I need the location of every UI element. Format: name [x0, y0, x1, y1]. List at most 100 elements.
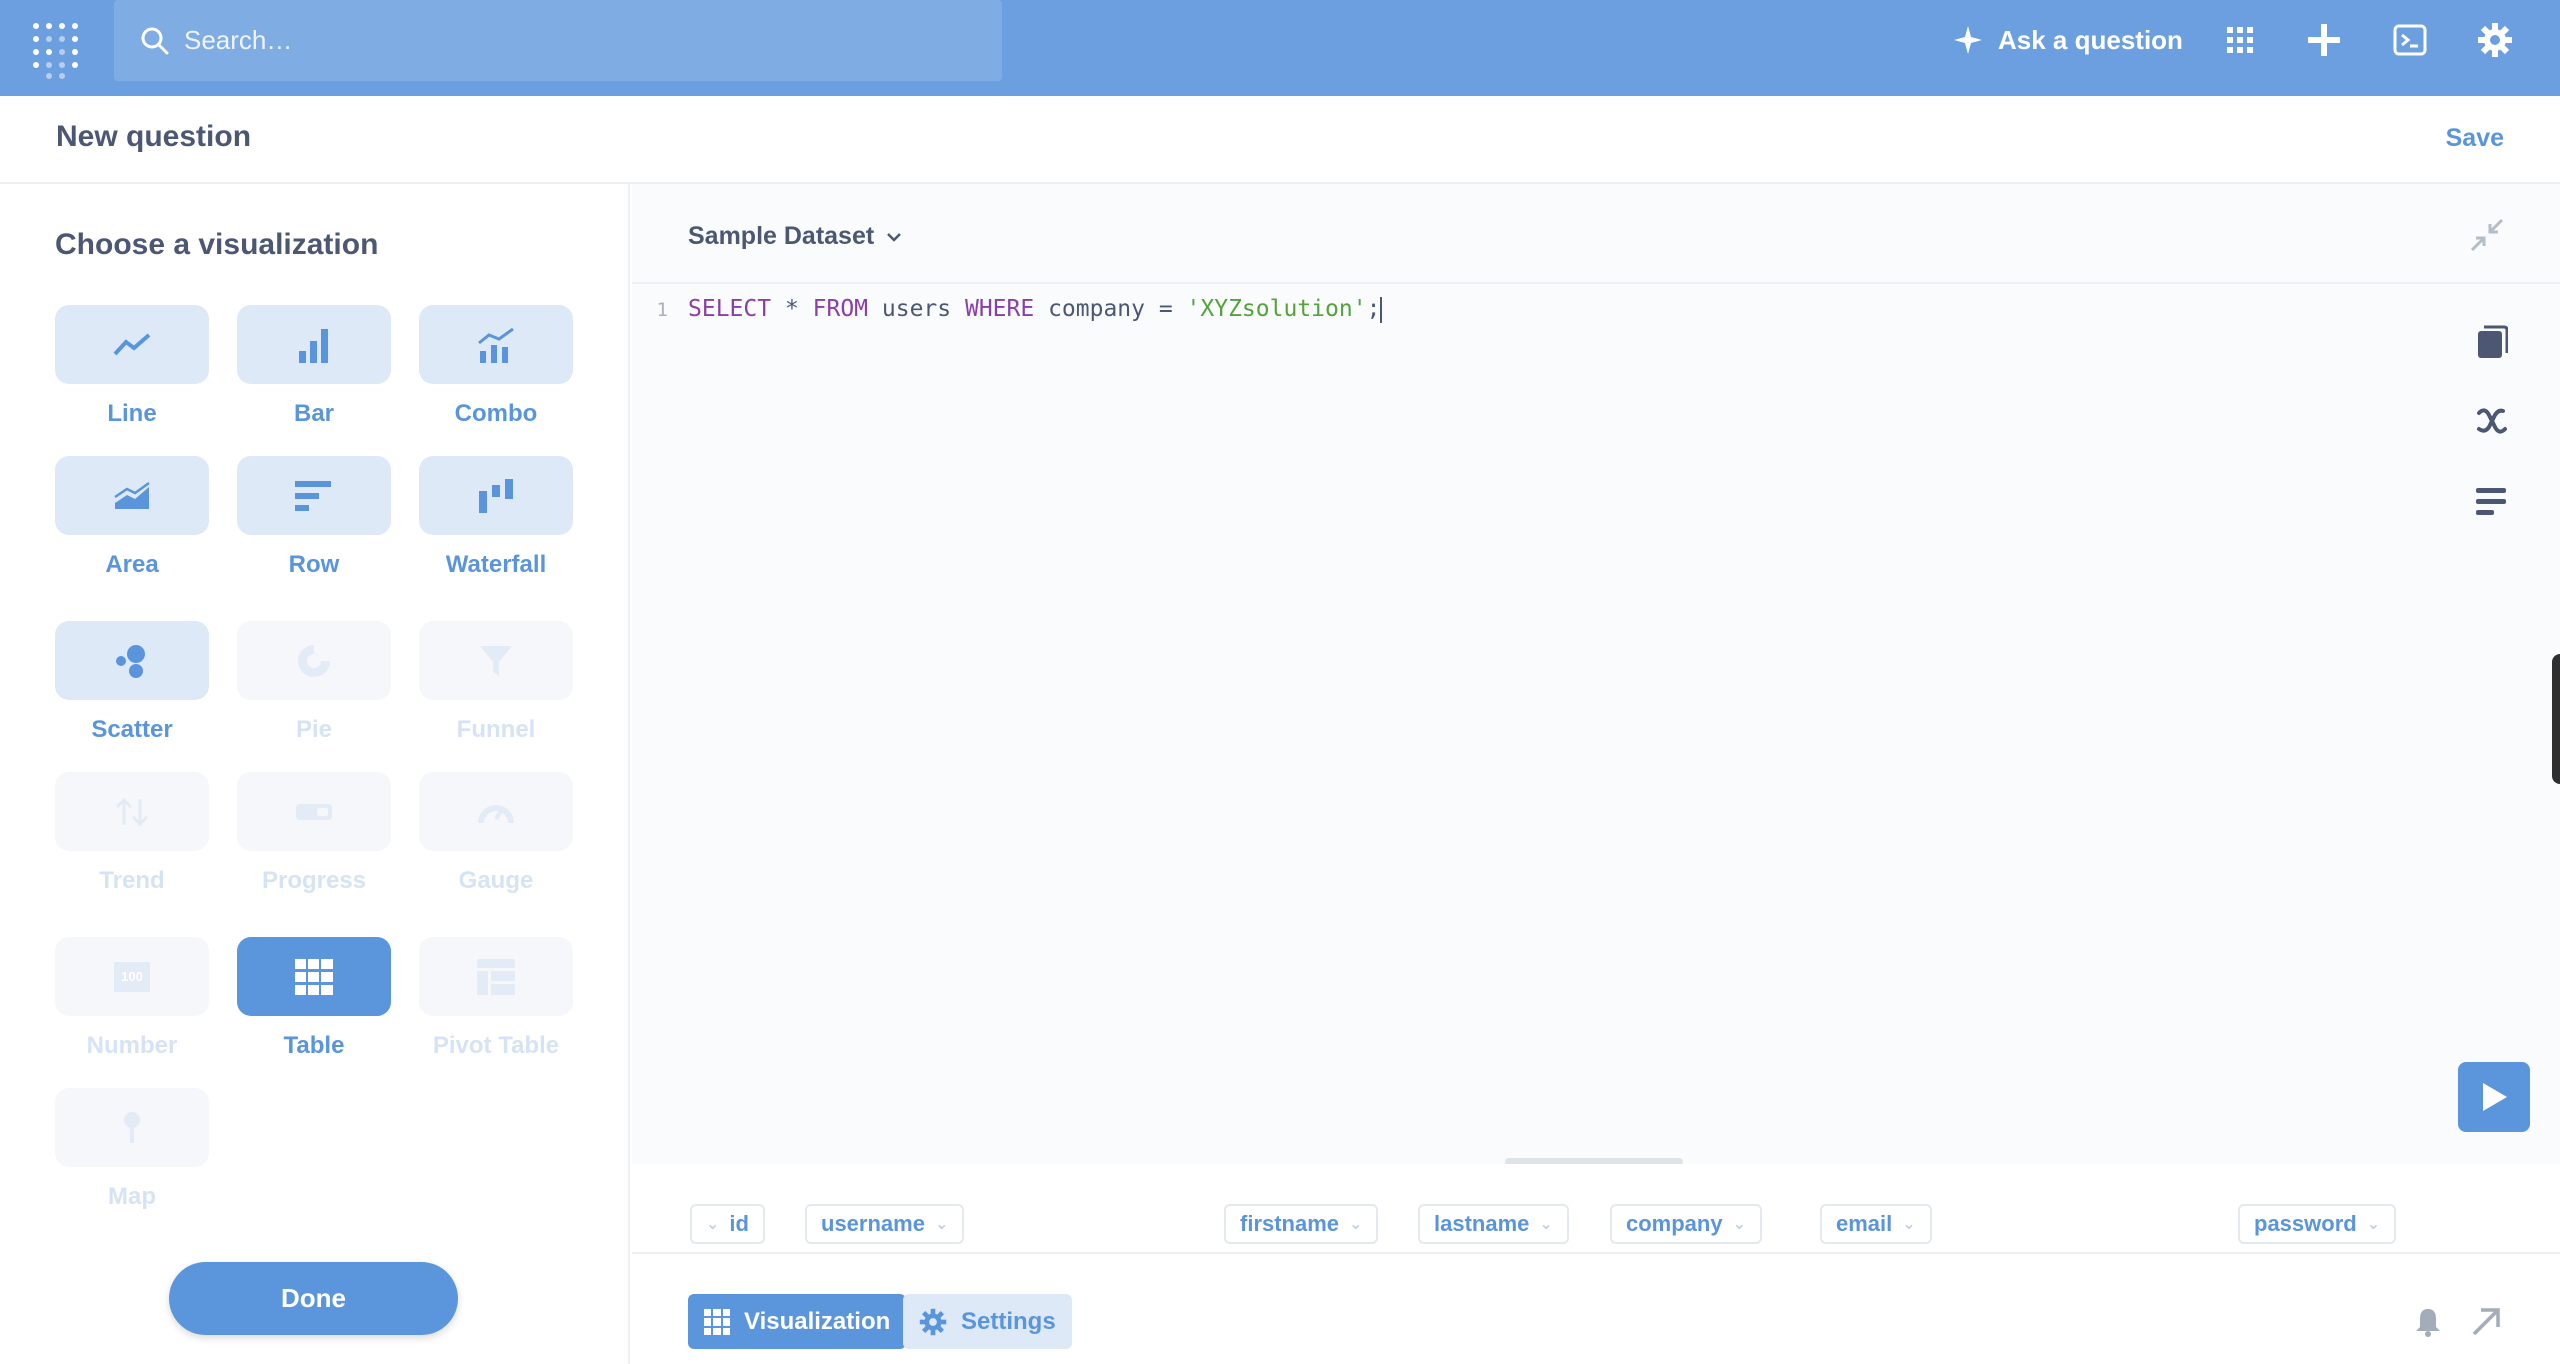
viz-option-pie[interactable]: Pie [237, 621, 391, 744]
viz-option-table[interactable]: Table [237, 937, 391, 1060]
column-header-username[interactable]: username ⌄ [805, 1204, 965, 1244]
viz-label: Pie [295, 716, 333, 743]
variables-icon[interactable] [2470, 398, 2514, 442]
question-footer: Visualization Settings [632, 1278, 2560, 1364]
funnel-icon [480, 645, 512, 676]
sql-code-area[interactable]: 1 SELECT * FROM users WHERE company = 'X… [632, 296, 1383, 323]
gear-icon[interactable] [2473, 18, 2517, 62]
viz-option-gauge[interactable]: Gauge [419, 772, 573, 895]
run-query-button[interactable] [2458, 1062, 2530, 1132]
viz-option-row[interactable]: Row [237, 456, 391, 579]
sidebar-heading: Choose a visualization [55, 228, 379, 261]
search-bar[interactable]: Search… [114, 0, 1002, 81]
chevron-down-icon: ⌄ [706, 1216, 720, 1233]
column-header-password[interactable]: password ⌄ [2238, 1204, 2397, 1244]
viz-label: Combo [454, 400, 538, 427]
chevron-down-icon: ⌄ [1539, 1216, 1553, 1233]
viz-label: Table [283, 1032, 345, 1059]
column-header-company[interactable]: company ⌄ [1610, 1204, 1762, 1244]
terminal-icon[interactable] [2388, 18, 2432, 62]
sql-line[interactable]: SELECT * FROM users WHERE company = 'XYZ… [688, 296, 1383, 323]
bar-chart-icon [299, 328, 328, 363]
sparkle-icon [1954, 26, 1982, 54]
viz-option-waterfall[interactable]: Waterfall [419, 456, 573, 579]
column-header-id[interactable]: ⌄ id [690, 1204, 765, 1244]
column-header-firstname[interactable]: firstname ⌄ [1224, 1204, 1379, 1244]
sql-editor-panel: Sample Dataset 1 SELECT * FROM users WHE… [632, 184, 2560, 1164]
results-header: ⌄ id username ⌄ firstname ⌄ lastname ⌄ compa… [632, 1164, 2560, 1254]
chevron-down-icon: ⌄ [1732, 1216, 1746, 1233]
top-nav: Search… Ask a question [0, 0, 2560, 96]
column-name: company [1626, 1211, 1723, 1236]
table-icon [295, 958, 333, 995]
snippets-icon[interactable] [2470, 480, 2514, 524]
plus-icon[interactable] [2302, 18, 2346, 62]
save-button[interactable]: Save [2446, 124, 2504, 153]
play-icon [2483, 1083, 2507, 1111]
column-name: firstname [1240, 1211, 1340, 1236]
visualization-label: Visualization [744, 1307, 891, 1335]
sql-text: users [868, 296, 965, 322]
collapse-editor-icon[interactable] [2470, 218, 2504, 257]
viz-label: Bar [293, 400, 335, 427]
question-header: New question Save [0, 96, 2560, 184]
viz-option-bar[interactable]: Bar [237, 305, 391, 428]
share-arrow-icon[interactable] [2464, 1300, 2508, 1344]
table-icon [704, 1308, 730, 1335]
viz-option-combo[interactable]: Combo [419, 305, 573, 428]
visualization-button[interactable]: Visualization [688, 1294, 907, 1349]
viz-option-map[interactable]: Map [55, 1088, 209, 1211]
viz-label: Funnel [456, 716, 536, 743]
apps-grid-icon[interactable] [2218, 18, 2262, 62]
chevron-down-icon [887, 232, 902, 242]
pivot-table-icon [477, 958, 515, 995]
viz-option-number[interactable]: 100 Number [55, 937, 209, 1060]
sql-text: ; [1366, 296, 1381, 322]
database-selector[interactable]: Sample Dataset [688, 222, 902, 251]
settings-label: Settings [961, 1307, 1056, 1335]
chevron-down-icon: ⌄ [1902, 1216, 1916, 1233]
area-chart-icon [114, 481, 150, 509]
viz-label: Gauge [458, 867, 534, 894]
viz-label: Waterfall [445, 551, 547, 578]
column-header-email[interactable]: email ⌄ [1820, 1204, 1932, 1244]
scatter-chart-icon [116, 644, 145, 678]
search-placeholder: Search… [184, 25, 293, 55]
viz-option-progress[interactable]: Progress [237, 772, 391, 895]
viz-option-funnel[interactable]: Funnel [419, 621, 573, 744]
viz-option-line[interactable]: Line [55, 305, 209, 428]
sql-keyword: WHERE [964, 296, 1035, 322]
viz-option-scatter[interactable]: Scatter [55, 621, 209, 744]
side-panel-handle[interactable] [2552, 654, 2560, 784]
viz-option-pivot-table[interactable]: Pivot Table [419, 937, 573, 1060]
viz-label: Row [288, 551, 340, 578]
editor-divider [632, 282, 2560, 284]
settings-button[interactable]: Settings [903, 1294, 1072, 1349]
column-header-lastname[interactable]: lastname ⌄ [1418, 1204, 1569, 1244]
sql-text: company = [1034, 296, 1187, 322]
viz-option-area[interactable]: Area [55, 456, 209, 579]
bell-icon[interactable] [2406, 1300, 2450, 1344]
row-chart-icon [295, 480, 331, 511]
column-name: id [729, 1211, 749, 1236]
metabase-logo-icon[interactable] [30, 14, 82, 80]
viz-label: Area [105, 551, 159, 578]
trend-icon [115, 797, 149, 826]
text-cursor [1380, 296, 1383, 323]
sql-keyword: FROM [812, 296, 869, 322]
column-name: lastname [1434, 1211, 1530, 1236]
sql-string: 'XYZsolution' [1186, 296, 1367, 322]
viz-option-trend[interactable]: Trend [55, 772, 209, 895]
sql-keyword: SELECT [688, 296, 772, 322]
viz-label: Progress [261, 867, 367, 894]
ask-question-button[interactable]: Ask a question [1952, 20, 2183, 60]
progress-icon [296, 803, 332, 820]
data-reference-icon[interactable] [2470, 320, 2514, 364]
viz-label: Trend [99, 867, 165, 894]
column-name: password [2254, 1211, 2357, 1236]
database-name: Sample Dataset [688, 222, 875, 250]
waterfall-chart-icon [479, 478, 513, 513]
gear-icon [919, 1308, 947, 1335]
viz-label: Pivot Table [432, 1032, 560, 1059]
done-button[interactable]: Done [169, 1262, 458, 1335]
